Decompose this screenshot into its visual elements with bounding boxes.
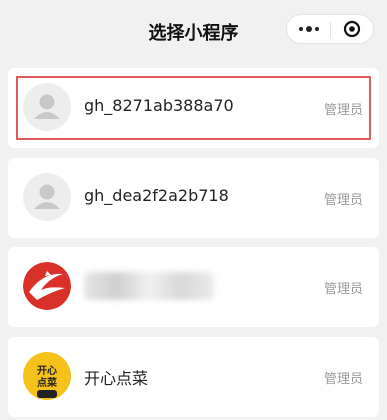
item-name: 开心点菜 [84, 369, 149, 388]
item-name: gh_dea2f2a2b718 [84, 186, 229, 205]
item-name: gh_8271ab388a70 [84, 96, 234, 115]
happy-order-logo-icon: 开心 点菜 [23, 352, 71, 400]
role-label: 管理员 [323, 282, 363, 297]
default-person-icon [23, 173, 71, 221]
capsule-menu [286, 14, 374, 44]
logo-text-top: 开心 [37, 365, 57, 377]
red-swoosh-logo-icon [23, 262, 71, 310]
close-target-icon[interactable] [343, 20, 361, 38]
default-person-icon [23, 83, 71, 131]
item-name-blurred [84, 272, 214, 300]
list-item[interactable]: 开心 点菜 开心点菜 管理员 [8, 337, 379, 417]
role-label: 管理员 [323, 193, 363, 208]
nav-bar: 选择小程序 [0, 0, 387, 64]
logo-text-bottom: 点菜 [37, 376, 58, 389]
role-label: 管理员 [323, 372, 363, 387]
role-label: 管理员 [323, 103, 363, 118]
capsule-divider [330, 22, 331, 38]
list-item[interactable]: gh_8271ab388a70 管理员 [8, 68, 379, 148]
list-item[interactable]: 管理员 [8, 247, 379, 327]
more-icon[interactable] [296, 15, 322, 43]
list-item[interactable]: gh_dea2f2a2b718 管理员 [8, 158, 379, 238]
